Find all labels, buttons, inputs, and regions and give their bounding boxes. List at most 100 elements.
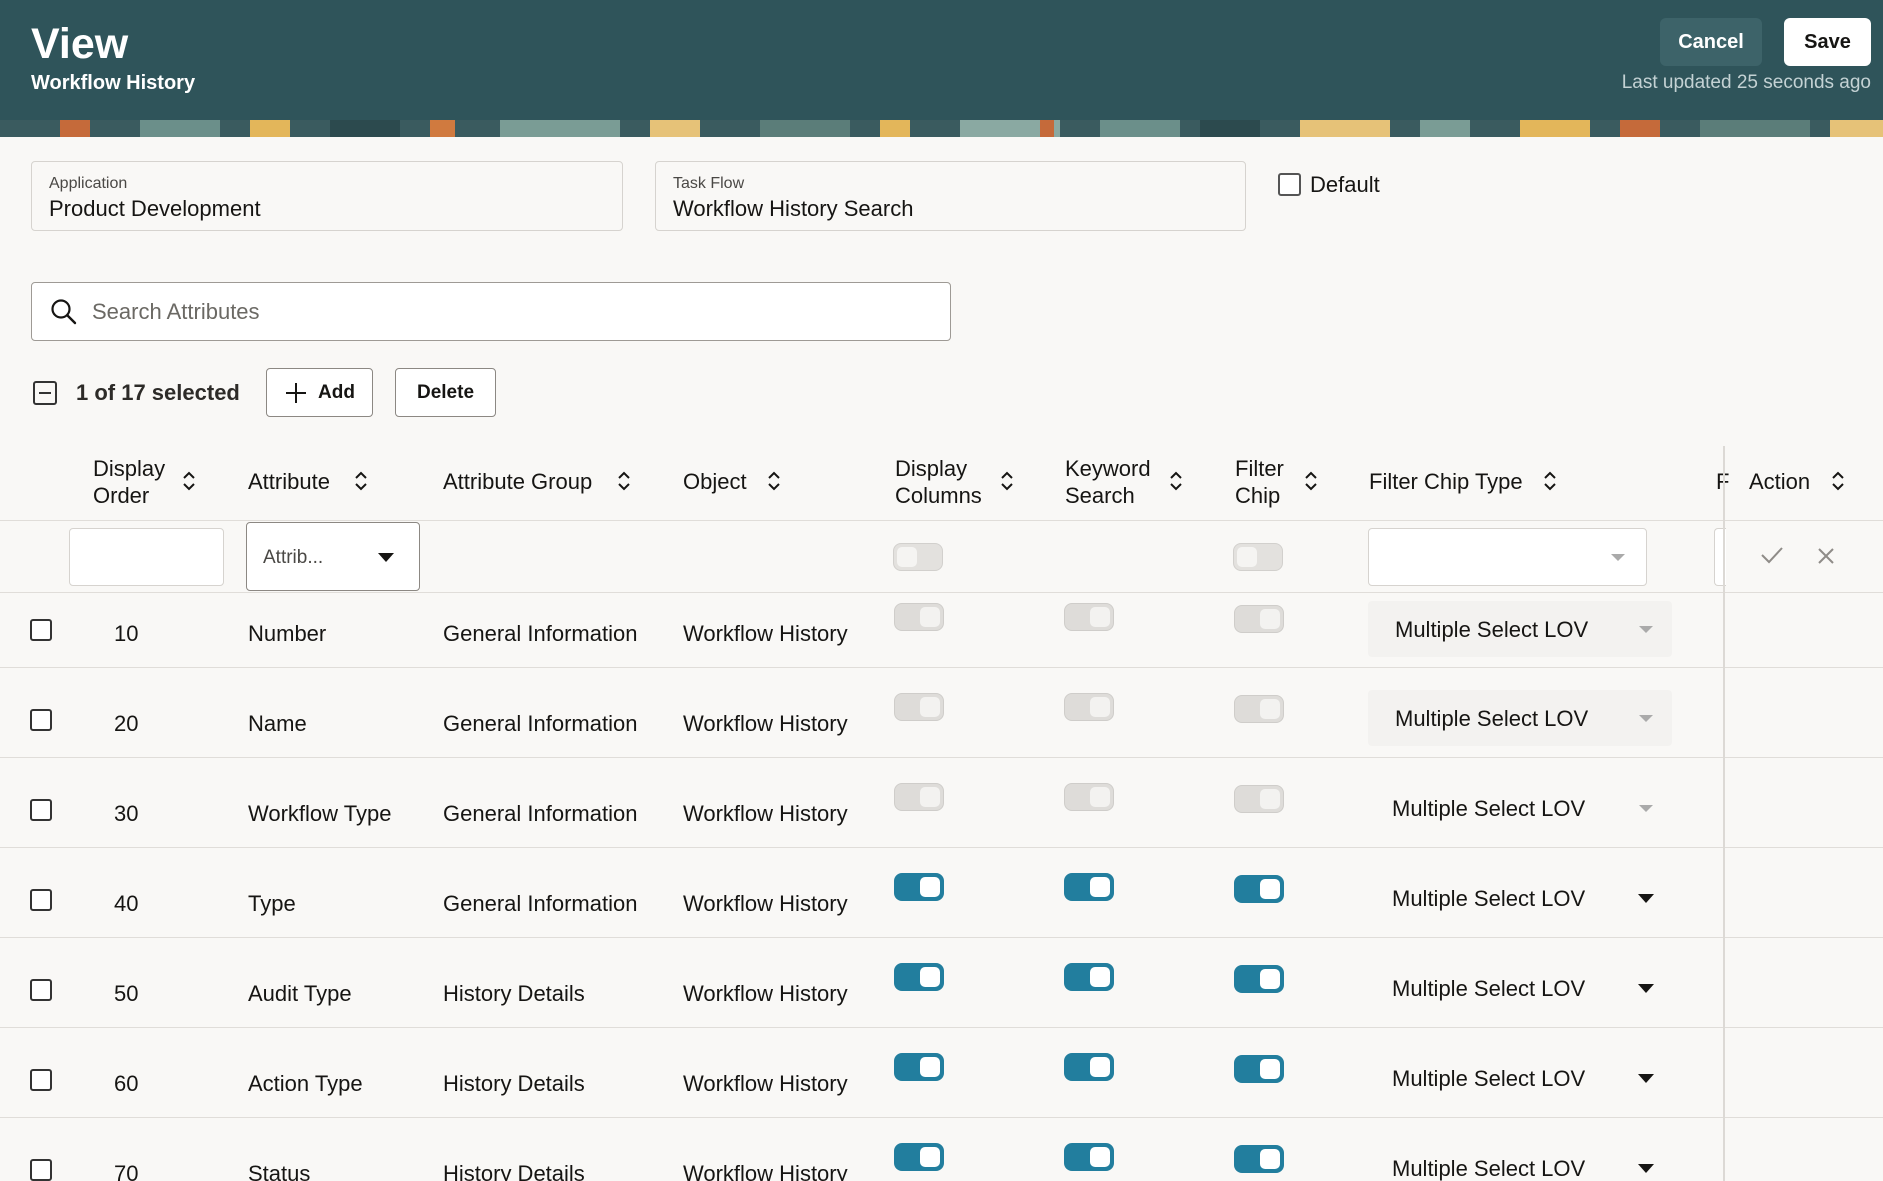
cancel-button[interactable]: Cancel (1660, 18, 1762, 66)
filter-chip-toggle[interactable] (1234, 605, 1284, 633)
plus-icon (286, 382, 307, 403)
column-header-filter-chip-type[interactable]: Filter Chip Type (1369, 468, 1523, 495)
attribute-cell: Type (248, 891, 296, 916)
row-checkbox[interactable] (30, 979, 52, 1001)
row-checkbox[interactable] (30, 799, 52, 821)
display-columns-toggle[interactable] (894, 1053, 944, 1081)
column-header-filter-chip[interactable]: Filter Chip (1235, 455, 1284, 509)
save-button[interactable]: Save (1784, 18, 1871, 66)
decorative-banner (0, 120, 1883, 137)
display-order-filter-input[interactable] (69, 528, 224, 586)
display-columns-filter-toggle[interactable] (893, 543, 943, 571)
display-order-cell: 40 (114, 891, 139, 916)
attribute-cell: Name (248, 711, 307, 736)
application-field[interactable]: Application Product Development (31, 161, 623, 231)
column-header-action: Action (1749, 469, 1811, 494)
filter-chip-toggle[interactable] (1234, 695, 1284, 723)
object-cell: Workflow History (683, 981, 848, 1006)
keyword-search-toggle[interactable] (1064, 783, 1114, 811)
keyword-search-toggle[interactable] (1064, 1053, 1114, 1081)
search-icon (51, 299, 77, 325)
object-cell: Workflow History (683, 801, 848, 826)
add-button[interactable]: Add (266, 368, 373, 417)
sort-icon[interactable] (1000, 471, 1014, 491)
task-flow-label: Task Flow (673, 175, 745, 192)
filter-chip-type-select[interactable]: Multiple Select LOV (1368, 601, 1672, 657)
filter-chip-type-value: Multiple Select LOV (1392, 1066, 1586, 1091)
attribute-filter-select[interactable]: Attrib... (246, 522, 420, 591)
default-checkbox[interactable] (1278, 173, 1301, 196)
filter-chip-type-select[interactable]: Multiple Select LOV (1368, 1050, 1672, 1106)
sort-icon[interactable] (617, 471, 631, 491)
close-icon[interactable] (1817, 547, 1835, 565)
column-header-keyword-search[interactable]: Keyword Search (1065, 455, 1151, 509)
filter-chip-type-value: Multiple Select LOV (1392, 796, 1586, 821)
sort-icon[interactable] (182, 471, 196, 491)
keyword-search-toggle[interactable] (1064, 873, 1114, 901)
filter-chip-filter-toggle[interactable] (1233, 543, 1283, 571)
table-row[interactable]: 50 Audit Type History Details Workflow H… (0, 938, 1883, 1028)
sort-icon[interactable] (1543, 471, 1557, 491)
display-columns-toggle[interactable] (894, 1143, 944, 1171)
keyword-search-toggle[interactable] (1064, 693, 1114, 721)
table-row[interactable]: 30 Workflow Type General Information Wor… (0, 758, 1883, 848)
table-row[interactable]: 70 Status History Details Workflow Histo… (0, 1118, 1883, 1181)
display-columns-toggle[interactable] (894, 603, 944, 631)
filter-chip-toggle[interactable] (1234, 965, 1284, 993)
attribute-cell: Workflow Type (248, 801, 392, 826)
chevron-down-icon (1639, 715, 1653, 722)
chevron-down-icon (1638, 1074, 1654, 1083)
delete-button[interactable]: Delete (395, 368, 496, 417)
display-columns-toggle[interactable] (894, 693, 944, 721)
display-columns-toggle[interactable] (894, 873, 944, 901)
column-header-line: Keyword (1065, 456, 1151, 481)
row-checkbox[interactable] (30, 1159, 52, 1181)
keyword-search-toggle[interactable] (1064, 603, 1114, 631)
page-header: View Workflow History Cancel Save Last u… (0, 0, 1883, 120)
attribute-group-cell: General Information (443, 891, 638, 916)
attribute-group-cell: History Details (443, 1161, 585, 1181)
filter-chip-type-select[interactable]: Multiple Select LOV (1368, 780, 1672, 836)
column-header-display-columns[interactable]: Display Columns (895, 455, 982, 509)
filter-chip-type-select[interactable]: Multiple Select LOV (1368, 690, 1672, 746)
column-header-attribute[interactable]: Attribute (248, 468, 330, 495)
row-checkbox[interactable] (30, 709, 52, 731)
keyword-search-toggle[interactable] (1064, 1143, 1114, 1171)
filter-chip-type-select[interactable]: Multiple Select LOV (1368, 870, 1672, 926)
check-icon[interactable] (1760, 545, 1784, 565)
sort-icon[interactable] (1831, 471, 1845, 491)
table-row[interactable]: 60 Action Type History Details Workflow … (0, 1028, 1883, 1118)
column-header-attribute-group[interactable]: Attribute Group (443, 468, 592, 495)
column-header-line: Search (1065, 483, 1135, 508)
column-header-object[interactable]: Object (683, 468, 747, 495)
sort-icon[interactable] (767, 471, 781, 491)
default-label: Default (1310, 172, 1380, 197)
table-row[interactable]: 40 Type General Information Workflow His… (0, 848, 1883, 938)
chevron-down-icon (378, 553, 394, 562)
sort-icon[interactable] (1169, 471, 1183, 491)
filter-chip-toggle[interactable] (1234, 785, 1284, 813)
row-checkbox[interactable] (30, 619, 52, 641)
page-subtitle: Workflow History (31, 72, 196, 94)
keyword-search-toggle[interactable] (1064, 963, 1114, 991)
table-row[interactable]: 10 Number General Information Workflow H… (0, 593, 1883, 668)
filter-chip-type-select[interactable]: Multiple Select LOV (1368, 960, 1672, 1016)
filter-chip-toggle[interactable] (1234, 1145, 1284, 1173)
row-checkbox[interactable] (30, 1069, 52, 1091)
table-row[interactable]: 20 Name General Information Workflow His… (0, 668, 1883, 758)
filter-chip-type-value: Multiple Select LOV (1392, 1156, 1586, 1181)
sort-icon[interactable] (354, 471, 368, 491)
display-columns-toggle[interactable] (894, 963, 944, 991)
select-all-checkbox[interactable] (33, 381, 57, 405)
search-input[interactable] (92, 293, 912, 331)
display-columns-toggle[interactable] (894, 783, 944, 811)
sort-icon[interactable] (1304, 471, 1318, 491)
task-flow-field[interactable]: Task Flow Workflow History Search (655, 161, 1246, 231)
row-checkbox[interactable] (30, 889, 52, 911)
column-header-display-order[interactable]: Display Order (93, 455, 165, 509)
attribute-group-cell: General Information (443, 621, 638, 646)
filter-chip-toggle[interactable] (1234, 1055, 1284, 1083)
filter-chip-type-filter-select[interactable] (1368, 528, 1647, 586)
filter-chip-type-select[interactable]: Multiple Select LOV (1368, 1140, 1672, 1181)
filter-chip-toggle[interactable] (1234, 875, 1284, 903)
